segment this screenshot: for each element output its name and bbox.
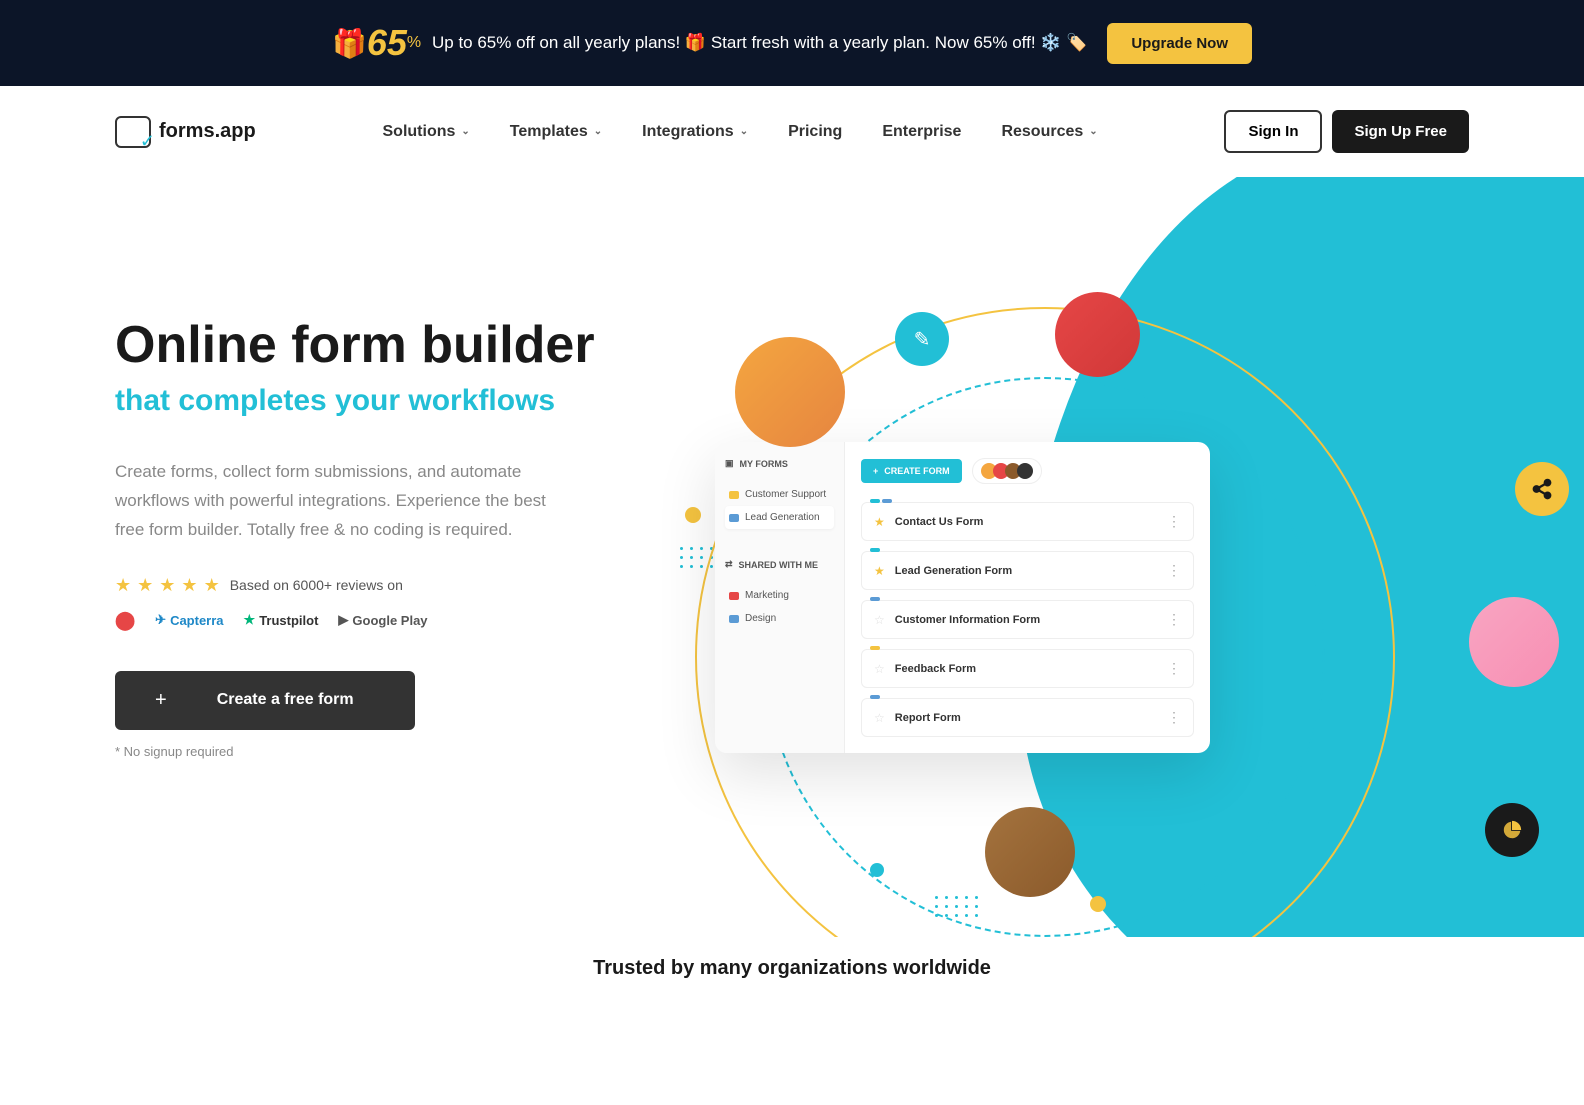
create-form-cta[interactable]: + Create a free form (115, 671, 415, 730)
stars: ★ ★ ★ ★ ★ (115, 575, 220, 596)
platforms: ⬤ ✈ Capterra ★ Trustpilot ▶ Google Play (115, 610, 595, 631)
avatar (1055, 292, 1140, 377)
dot (1090, 896, 1106, 912)
app-toolbar: +CREATE FORM (861, 458, 1194, 484)
folder-icon (729, 491, 739, 499)
star-icon[interactable]: ☆ (874, 662, 885, 676)
sidebar-item[interactable]: Lead Generation (725, 506, 834, 529)
form-row[interactable]: ★Contact Us Form⋮ (861, 502, 1194, 541)
sidebar-header-shared: ⇄SHARED WITH ME (725, 559, 834, 570)
star-icon: ★ (159, 575, 175, 596)
nav-integrations[interactable]: Integrations⌄ (642, 123, 748, 141)
share-icon: ⇄ (725, 559, 733, 570)
nav-pricing[interactable]: Pricing (788, 123, 842, 141)
auth-buttons: Sign In Sign Up Free (1224, 110, 1469, 153)
sidebar-item[interactable]: Customer Support (725, 483, 834, 506)
trusted-heading: Trusted by many organizations worldwide (0, 937, 1584, 1000)
folder-icon (729, 615, 739, 623)
hero: Online form builder that completes your … (0, 177, 1584, 937)
logo-icon: ✓ (115, 116, 151, 148)
dot (870, 863, 884, 877)
avatar (735, 337, 845, 447)
signin-button[interactable]: Sign In (1224, 110, 1322, 153)
nav-templates[interactable]: Templates⌄ (510, 123, 602, 141)
header: ✓ forms.app Solutions⌄ Templates⌄ Integr… (0, 86, 1584, 177)
gift-icon: 🎁 (332, 27, 367, 60)
form-row[interactable]: ☆Customer Information Form⋮ (861, 600, 1194, 639)
form-row[interactable]: ☆Report Form⋮ (861, 698, 1194, 737)
star-icon[interactable]: ☆ (874, 711, 885, 725)
folder-icon (729, 514, 739, 522)
hero-illustration: ✎ ▣MY FORMS Customer Support Lead Genera… (595, 257, 1469, 877)
kebab-icon[interactable]: ⋮ (1167, 562, 1181, 579)
logo-text: forms.app (159, 120, 256, 143)
app-sidebar: ▣MY FORMS Customer Support Lead Generati… (715, 442, 845, 753)
chevron-down-icon: ⌄ (1089, 126, 1097, 137)
promo-text: Up to 65% off on all yearly plans! 🎁 Sta… (432, 33, 1087, 53)
g2-logo[interactable]: ⬤ (115, 610, 135, 631)
dot (685, 507, 701, 523)
avatar (1017, 463, 1033, 479)
gift-badge: 🎁 65% (332, 18, 412, 68)
cta-note: * No signup required (115, 744, 595, 759)
nav-enterprise[interactable]: Enterprise (882, 123, 961, 141)
star-icon: ★ (115, 575, 131, 596)
form-row[interactable]: ★Lead Generation Form⋮ (861, 551, 1194, 590)
star-icon: ★ (204, 575, 220, 596)
app-main: +CREATE FORM ★Contact Us Form⋮ ★Lead Gen… (845, 442, 1210, 753)
kebab-icon[interactable]: ⋮ (1167, 611, 1181, 628)
kebab-icon[interactable]: ⋮ (1167, 513, 1181, 530)
signup-button[interactable]: Sign Up Free (1332, 110, 1469, 153)
sidebar-item[interactable]: Marketing (725, 584, 834, 607)
hero-desc: Create forms, collect form submissions, … (115, 458, 575, 545)
gift-percent: 65 (367, 22, 407, 64)
nav-resources[interactable]: Resources⌄ (1001, 123, 1097, 141)
team-avatars[interactable] (972, 458, 1042, 484)
form-list: ★Contact Us Form⋮ ★Lead Generation Form⋮… (861, 502, 1194, 737)
folder-icon (729, 592, 739, 600)
check-icon: ✓ (140, 131, 155, 152)
hero-subtitle: that completes your workflows (115, 384, 595, 418)
rating: ★ ★ ★ ★ ★ Based on 6000+ reviews on (115, 575, 595, 596)
chevron-down-icon: ⌄ (461, 126, 469, 137)
capterra-logo[interactable]: ✈ Capterra (155, 612, 223, 628)
create-form-button[interactable]: +CREATE FORM (861, 459, 962, 483)
rating-text: Based on 6000+ reviews on (230, 577, 403, 593)
hero-left: Online form builder that completes your … (115, 257, 595, 877)
kebab-icon[interactable]: ⋮ (1167, 709, 1181, 726)
logo[interactable]: ✓ forms.app (115, 116, 256, 148)
promo-banner: 🎁 65% Up to 65% off on all yearly plans!… (0, 0, 1584, 86)
sidebar-item[interactable]: Design (725, 607, 834, 630)
sidebar-header-myforms: ▣MY FORMS (725, 458, 834, 469)
form-row[interactable]: ☆Feedback Form⋮ (861, 649, 1194, 688)
folder-icon: ▣ (725, 458, 734, 469)
plus-icon: + (873, 466, 878, 476)
edit-icon: ✎ (895, 312, 949, 366)
chevron-down-icon: ⌄ (740, 126, 748, 137)
plus-icon: + (155, 689, 167, 712)
chart-icon (1485, 803, 1539, 857)
star-icon[interactable]: ★ (874, 515, 885, 529)
kebab-icon[interactable]: ⋮ (1167, 660, 1181, 677)
nav-solutions[interactable]: Solutions⌄ (383, 123, 470, 141)
app-mockup: ▣MY FORMS Customer Support Lead Generati… (715, 442, 1210, 753)
googleplay-logo[interactable]: ▶ Google Play (338, 612, 427, 628)
trustpilot-logo[interactable]: ★ Trustpilot (244, 612, 319, 628)
star-icon: ★ (181, 575, 197, 596)
avatar (985, 807, 1075, 897)
chevron-down-icon: ⌄ (594, 126, 602, 137)
star-icon: ★ (137, 575, 153, 596)
share-icon (1515, 462, 1569, 516)
nav: Solutions⌄ Templates⌄ Integrations⌄ Pric… (383, 123, 1098, 141)
star-icon[interactable]: ☆ (874, 613, 885, 627)
star-icon[interactable]: ★ (874, 564, 885, 578)
upgrade-button[interactable]: Upgrade Now (1107, 23, 1252, 64)
hero-title: Online form builder (115, 317, 595, 374)
avatar (1469, 597, 1559, 687)
